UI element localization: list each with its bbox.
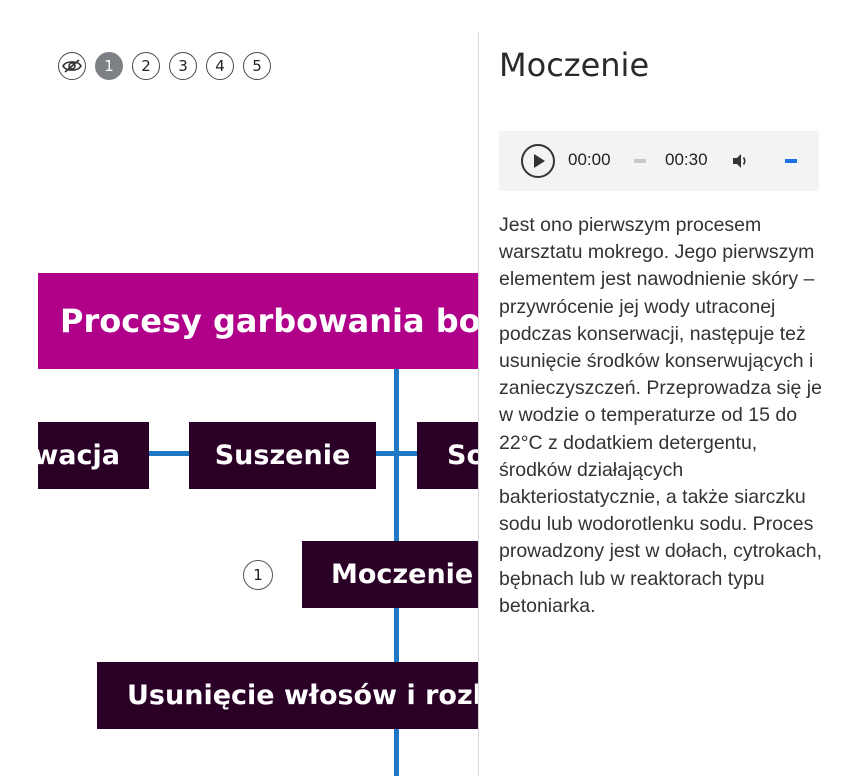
- current-time: 00:00: [568, 150, 611, 169]
- node-suszenie-label: Suszenie: [214, 440, 351, 471]
- node-usuniecie-label: Usunięcie włosów i rozluźnienie: [127, 680, 479, 711]
- duration: 00:30: [665, 150, 708, 169]
- node-suszenie[interactable]: Suszenie: [189, 422, 376, 489]
- progress-bar[interactable]: [634, 159, 646, 163]
- diagram-title-text: Procesy garbowania boków: [60, 302, 479, 340]
- step-navigation: 1 2 3 4 5: [58, 52, 273, 80]
- node-konserwacja[interactable]: Konserwacja: [38, 422, 149, 489]
- diagram-title: Procesy garbowania boków: [38, 273, 479, 369]
- step-button-4[interactable]: 4: [206, 52, 234, 80]
- connector-right: [376, 451, 418, 456]
- step-button-3[interactable]: 3: [169, 52, 197, 80]
- node-moczenie[interactable]: Moczenie: [302, 541, 479, 608]
- detail-panel: Moczenie 00:00 00:30 Jest ono pierwszym …: [478, 32, 849, 776]
- panel-title: Moczenie: [499, 46, 650, 84]
- marker-1[interactable]: 1: [243, 560, 273, 590]
- node-usuniecie[interactable]: Usunięcie włosów i rozluźnienie: [97, 662, 479, 729]
- volume-button[interactable]: [731, 152, 751, 170]
- audio-player: 00:00 00:30: [499, 131, 819, 191]
- panel-description: Jest ono pierwszym procesem warsztatu mo…: [499, 214, 822, 617]
- node-konserwacja-label: Konserwacja: [38, 440, 120, 471]
- eye-slash-icon: [62, 59, 82, 73]
- connector-left: [148, 451, 190, 456]
- step-button-1[interactable]: 1: [95, 52, 123, 80]
- step-button-5[interactable]: 5: [243, 52, 271, 80]
- node-solenie-label: Solenie: [447, 440, 479, 471]
- hide-markers-button[interactable]: [58, 52, 86, 80]
- volume-slider[interactable]: [785, 159, 797, 163]
- volume-icon: [733, 154, 746, 168]
- step-button-2[interactable]: 2: [132, 52, 160, 80]
- play-button[interactable]: [521, 144, 555, 178]
- node-moczenie-label: Moczenie: [331, 559, 474, 590]
- node-solenie[interactable]: Solenie: [417, 422, 479, 489]
- diagram-canvas: 1 2 3 4 5 Procesy garbowania boków Konse…: [0, 0, 479, 776]
